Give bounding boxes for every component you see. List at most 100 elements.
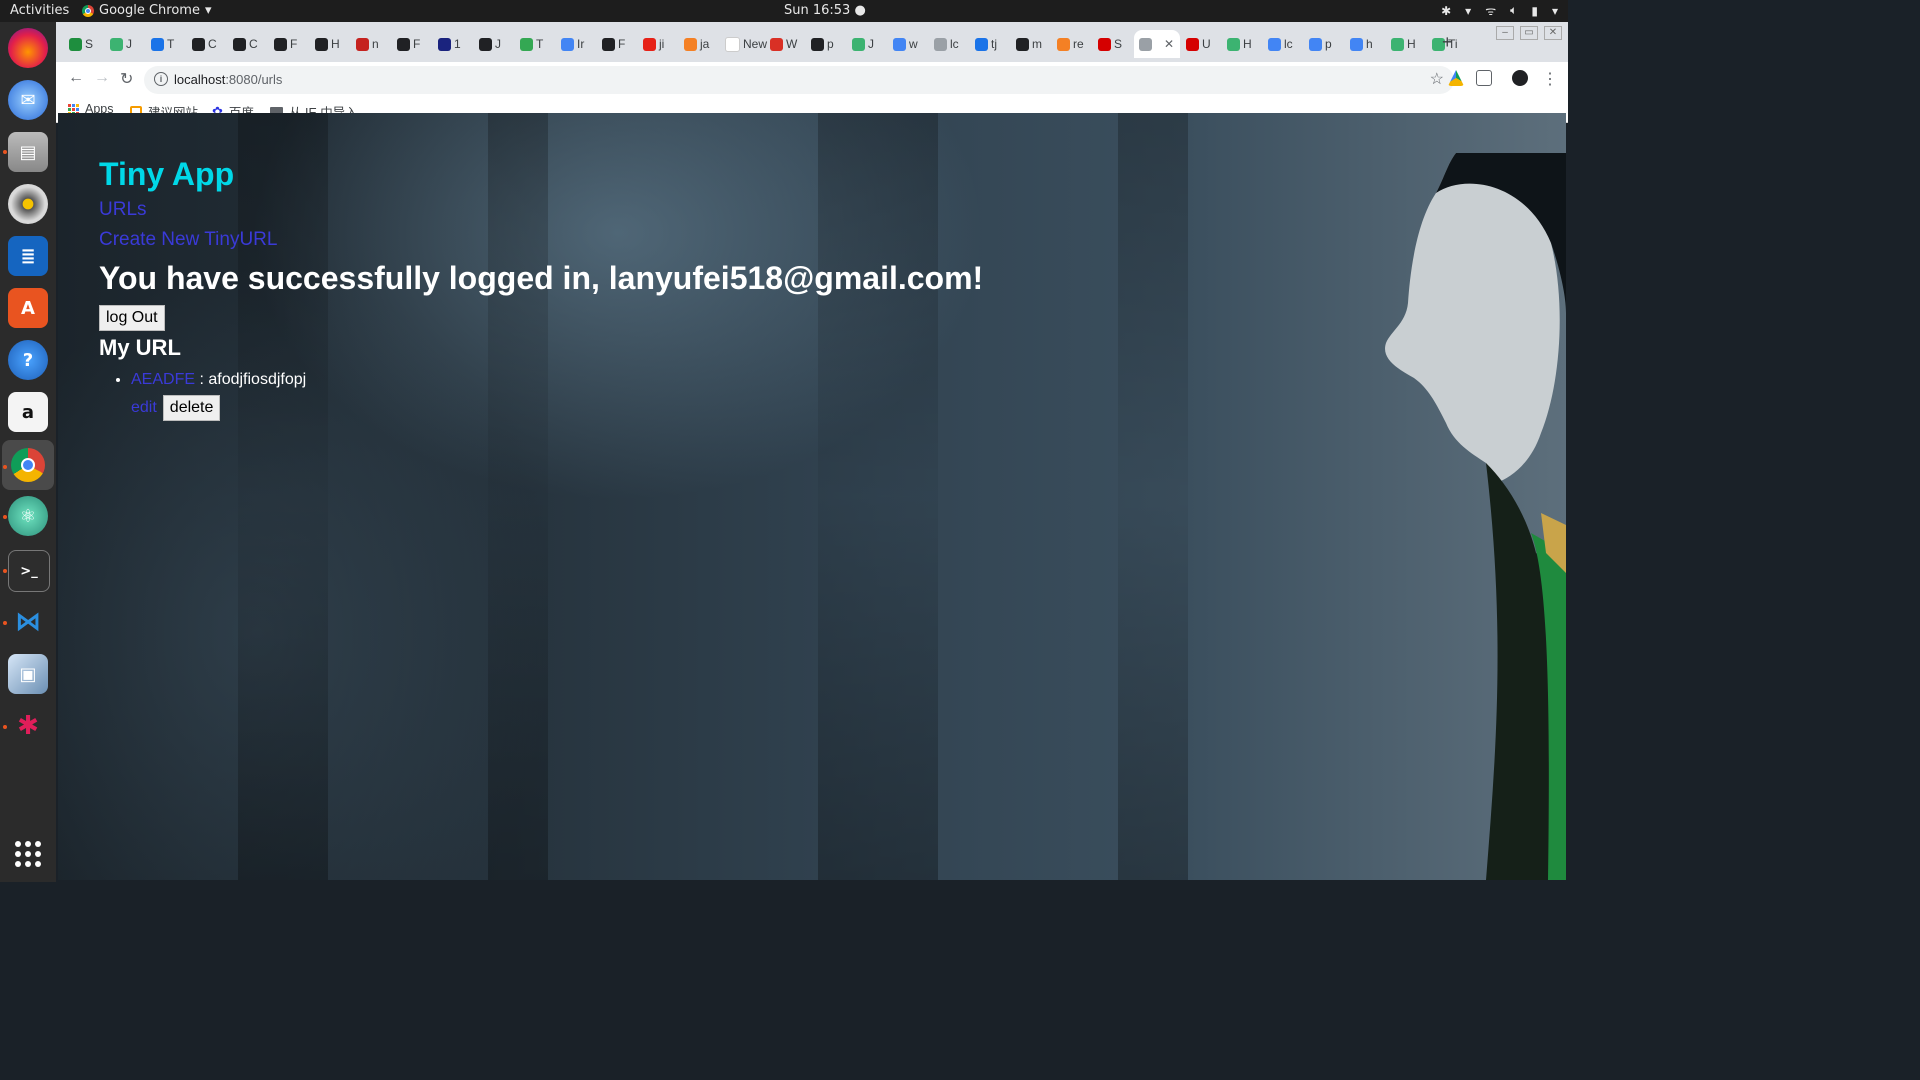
browser-tab[interactable]: H [1222, 30, 1262, 58]
info-icon[interactable]: i [154, 72, 168, 86]
browser-tab[interactable]: tj [970, 30, 1010, 58]
tab-title: p [1325, 37, 1332, 51]
browser-tab[interactable]: ja [679, 30, 719, 58]
tab-title: 1 [454, 37, 461, 51]
browser-tab[interactable]: lc [1263, 30, 1303, 58]
tab-favicon-icon [1350, 37, 1363, 51]
image-viewer-icon[interactable]: ▣ [8, 654, 48, 694]
browser-tab[interactable]: re [1052, 30, 1092, 58]
browser-tab[interactable]: T [146, 30, 186, 58]
tab-title: re [1073, 37, 1084, 51]
tab-title: W [786, 37, 798, 51]
nav-link-create-tinyurl[interactable]: Create New TinyURL [99, 225, 983, 255]
back-button[interactable]: ← [68, 69, 84, 87]
vscode-icon[interactable]: ⋈ [8, 602, 48, 642]
firefox-icon[interactable] [8, 28, 48, 68]
app-menu[interactable]: Google Chrome ▾ [82, 3, 212, 18]
new-tab-button[interactable]: + [1442, 32, 1453, 53]
show-applications-button[interactable] [8, 834, 48, 874]
system-tray[interactable]: ✱ ▾ ᯤ 🔈︎ ▮ ▾ [1441, 2, 1558, 19]
tab-favicon-icon [315, 37, 328, 51]
browser-tab[interactable]: p [806, 30, 846, 58]
tab-favicon-icon [1391, 37, 1404, 51]
running-indicator [3, 569, 7, 573]
nav-link-urls[interactable]: URLs [99, 195, 983, 225]
tab-favicon-icon [770, 37, 783, 51]
browser-tab[interactable]: lc [929, 30, 969, 58]
forward-button[interactable]: → [94, 69, 110, 87]
login-welcome-message: You have successfully logged in, lanyufe… [99, 260, 984, 296]
browser-tab[interactable]: 1 [433, 30, 473, 58]
bookmark-star-icon[interactable]: ☆ [1430, 69, 1444, 89]
activities-button[interactable]: Activities [10, 3, 69, 18]
tab-favicon-icon [852, 37, 865, 51]
chrome-icon [82, 4, 94, 17]
browser-tab[interactable]: Ir [556, 30, 596, 58]
browser-tab[interactable]: U [1181, 30, 1221, 58]
minimize-button[interactable]: – [1496, 26, 1514, 40]
browser-tab[interactable]: ji [638, 30, 678, 58]
tab-favicon-icon [643, 37, 656, 51]
tab-favicon-icon [1098, 37, 1111, 51]
address-bar[interactable]: i localhost:8080/urls ☆ [144, 66, 1454, 94]
list-item: AEADFE : afodjfiosdjfopj [131, 365, 983, 395]
browser-tab[interactable]: S [64, 30, 104, 58]
browser-tab[interactable]: h [1345, 30, 1385, 58]
tab-title: F [618, 37, 626, 51]
slack-icon[interactable]: ✱ [8, 706, 48, 746]
writer-icon[interactable]: ≣ [8, 236, 48, 276]
tab-favicon-icon [1057, 37, 1070, 51]
browser-tab[interactable]: C [187, 30, 227, 58]
chrome-menu-icon[interactable]: ⋮ [1542, 69, 1558, 89]
close-window-button[interactable]: ✕ [1544, 26, 1562, 40]
short-url-link[interactable]: AEADFE [131, 371, 195, 388]
tab-close-icon[interactable]: ✕ [1164, 37, 1174, 51]
extension-icon[interactable] [1476, 70, 1492, 86]
browser-tab[interactable]: p [1304, 30, 1344, 58]
browser-tab[interactable]: New [720, 30, 767, 58]
browser-tab[interactable]: F [392, 30, 432, 58]
edit-url-link[interactable]: edit [131, 399, 157, 417]
maximize-button[interactable]: ▭ [1520, 26, 1538, 40]
tab-title: ji [659, 37, 665, 51]
browser-tab[interactable]: ✕ [1134, 30, 1180, 58]
browser-tab[interactable]: F [597, 30, 637, 58]
rhythmbox-icon[interactable] [8, 184, 48, 224]
browser-tab[interactable]: n [351, 30, 391, 58]
reload-button[interactable]: ↻ [120, 69, 133, 89]
delete-url-button[interactable]: delete [162, 395, 221, 421]
thunderbird-icon[interactable]: ✉ [8, 80, 48, 120]
browser-tab[interactable]: J [105, 30, 145, 58]
browser-tab[interactable]: W [765, 30, 805, 58]
chrome-icon[interactable] [2, 440, 54, 490]
running-indicator [3, 621, 7, 625]
url-list: AEADFE : afodjfiosdjfopj [99, 365, 983, 395]
terminal-icon[interactable]: >_ [8, 550, 50, 592]
profile-avatar[interactable] [1512, 70, 1528, 86]
help-icon[interactable]: ? [8, 340, 48, 380]
clock[interactable]: Sun 16:53 ● [784, 3, 866, 18]
browser-tab[interactable]: J [847, 30, 887, 58]
running-indicator [3, 725, 7, 729]
browser-tab[interactable]: T [515, 30, 555, 58]
atom-icon[interactable]: ⚛ [8, 496, 48, 536]
browser-tab[interactable]: S [1093, 30, 1133, 58]
browser-tab[interactable]: m [1011, 30, 1051, 58]
browser-tab[interactable]: C [228, 30, 268, 58]
logout-button[interactable]: log Out [99, 305, 165, 331]
tab-title: F [290, 37, 298, 51]
software-icon[interactable]: A [8, 288, 48, 328]
browser-tab[interactable]: H [310, 30, 350, 58]
tab-favicon-icon [192, 37, 205, 51]
tab-title: tj [991, 37, 997, 51]
slack-tray-icon: ✱ [1441, 3, 1452, 18]
tab-favicon-icon [934, 37, 947, 51]
browser-tab[interactable]: H [1386, 30, 1426, 58]
tab-favicon-icon [274, 37, 287, 51]
amazon-icon[interactable]: a [8, 392, 48, 432]
browser-tab[interactable]: F [269, 30, 309, 58]
browser-tab[interactable]: w [888, 30, 928, 58]
browser-tab[interactable]: J [474, 30, 514, 58]
wifi-icon: ᯤ [1485, 4, 1497, 18]
files-icon[interactable]: ▤ [8, 132, 48, 172]
